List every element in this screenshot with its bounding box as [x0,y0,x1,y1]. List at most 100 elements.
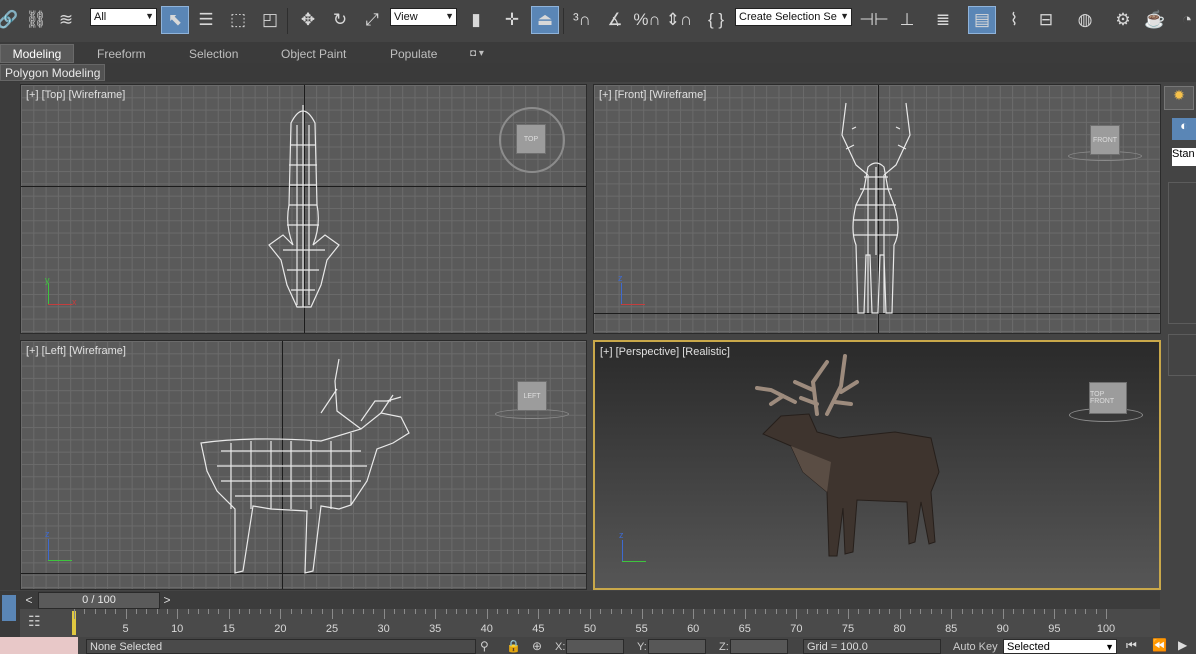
track-tick [765,609,767,614]
layout-tab-icon[interactable] [2,595,16,621]
tab-modeling[interactable]: Modeling [0,44,74,63]
tab-selection[interactable]: Selection [189,44,238,63]
track-tick [218,609,220,614]
pivot-center-icon[interactable]: ▮ [462,6,490,34]
tab-populate[interactable]: Populate [390,44,437,63]
percent-snap-icon[interactable]: %∩ [633,6,661,34]
track-tick [239,609,241,614]
x-coord-field[interactable] [566,639,624,654]
keyboard-shortcut-override-button[interactable]: ⏏ [531,6,559,34]
curve-editor-icon[interactable]: ⌇ [1000,6,1028,34]
track-tick [796,609,798,619]
play-icon[interactable]: ▶ [1178,638,1187,652]
material-editor-icon[interactable]: ◍ [1071,6,1099,34]
y-coord-field[interactable] [648,639,706,654]
track-tick [837,609,839,614]
scale-icon[interactable]: ⤢ [358,6,386,34]
viewport-layout-tabs[interactable] [0,591,20,637]
auto-key-button[interactable]: Auto Key [953,641,998,653]
select-by-name-icon[interactable]: ☰ [192,6,220,34]
geometry-icon[interactable]: ◐ [1172,118,1196,140]
select-object-button[interactable]: ⬉ [161,6,189,34]
tab-freeform[interactable]: Freeform [97,44,146,63]
layer-explorer-button[interactable]: ▤ [968,6,996,34]
go-to-start-icon[interactable]: ⏮ [1126,638,1137,653]
snap-toggle-icon[interactable]: ³∩ [568,6,596,34]
maxscript-listener[interactable] [0,637,78,654]
create-tab-icon[interactable]: ✹ [1164,86,1194,110]
track-tick [579,609,581,614]
render-setup-icon[interactable]: ⚙ [1109,6,1137,34]
viewport-front[interactable]: [+] [Front] [Wireframe] FRONT z [593,84,1161,334]
track-bar[interactable]: ☷ 5 10 15 20 25 30 35 40 45 50 55 60 65 70 75 80 85 90 95 1… [20,609,1160,637]
key-mode-dropdown[interactable]: Selected ▼ [1003,639,1117,654]
rectangular-selection-icon[interactable]: ⬚ [224,6,252,34]
name-color-rollout [1168,334,1196,376]
track-tick [445,609,447,614]
align-icon[interactable]: ⊥ [893,6,921,34]
polygon-modeling-panel-button[interactable]: Polygon Modeling [0,64,106,81]
object-type-dropdown[interactable]: Stan [1172,148,1196,166]
track-tick-label: 10 [171,623,184,635]
absolute-mode-icon[interactable]: ⊕ [532,639,542,653]
track-tick [383,609,385,619]
track-tick [342,609,344,614]
ribbon-options-icon[interactable]: ◘ ▾ [470,44,484,63]
link-icon[interactable]: 🔗 [0,6,22,34]
axis-z-label-left: z [45,529,50,539]
viewport-top[interactable]: [+] [Top] [Wireframe] TOP y x [20,84,587,334]
track-tick [104,609,106,614]
scene-explorer-icon[interactable]: ≣ [929,6,957,34]
time-slider-next-button[interactable]: > [158,591,176,609]
window-crossing-icon[interactable]: ◰ [256,6,284,34]
track-tick-label: 70 [790,623,803,635]
track-tick [600,609,602,614]
selection-lock-icon[interactable]: 🔒 [506,639,521,653]
track-tick-label: 75 [841,623,855,635]
track-tick [249,609,251,614]
track-tick [74,609,75,619]
track-tick [517,609,519,614]
named-selection-set-dropdown[interactable]: Create Selection Se ▼ [735,8,852,26]
track-tick [1054,609,1056,619]
render-production-icon[interactable]: ◔ [1173,6,1196,34]
track-tick [393,609,395,614]
schematic-view-icon[interactable]: ⊟ [1032,6,1060,34]
render-frame-icon[interactable]: ☕ [1141,6,1169,34]
track-tick [507,609,509,614]
track-tick [817,609,819,614]
track-tick [930,609,932,614]
track-tick [569,609,571,614]
track-tick [909,609,911,614]
bind-spacewarp-icon[interactable]: ≋ [52,6,80,34]
selection-filter-dropdown[interactable]: All ▼ [90,8,157,26]
unlink-icon[interactable]: ⛓ [22,6,50,34]
time-slider-track[interactable]: < 0 / 100 > [20,591,1160,609]
viewport-left[interactable]: [+] [Left] [Wireframe] LEFT z [20,340,587,590]
move-icon[interactable]: ✥ [294,6,322,34]
mini-curve-editor-icon[interactable]: ☷ [28,613,54,631]
track-tick-label: 5 [122,623,129,635]
edit-named-selection-icon[interactable]: { } [702,6,730,34]
mirror-icon[interactable]: ⊣⊢ [859,6,889,34]
select-manipulate-icon[interactable]: ✛ [498,6,526,34]
track-tick [1033,609,1035,614]
track-tick [868,609,870,614]
reference-coordinate-dropdown[interactable]: View ▼ [390,8,457,26]
isolate-selection-icon[interactable]: ⚲ [480,639,489,653]
angle-snap-icon[interactable]: ∡ [601,6,629,34]
track-tick [940,609,942,614]
tab-object-paint[interactable]: Object Paint [281,44,346,63]
track-tick-label: 100 [1096,623,1116,635]
time-slider-thumb[interactable]: 0 / 100 [38,592,160,609]
previous-frame-icon[interactable]: ⏪ [1152,638,1167,652]
spinner-snap-icon[interactable]: ⇕∩ [665,6,693,34]
track-tick [620,609,622,614]
deer-rendered-perspective [755,354,940,557]
rotate-icon[interactable]: ↻ [326,6,354,34]
z-coord-field[interactable] [730,639,788,654]
time-slider-prev-button[interactable]: < [20,591,38,609]
track-tick [1064,609,1066,614]
deer-wireframe-front [841,102,911,314]
viewport-perspective[interactable]: [+] [Perspective] [Realistic] TOP FRONT … [593,340,1161,590]
